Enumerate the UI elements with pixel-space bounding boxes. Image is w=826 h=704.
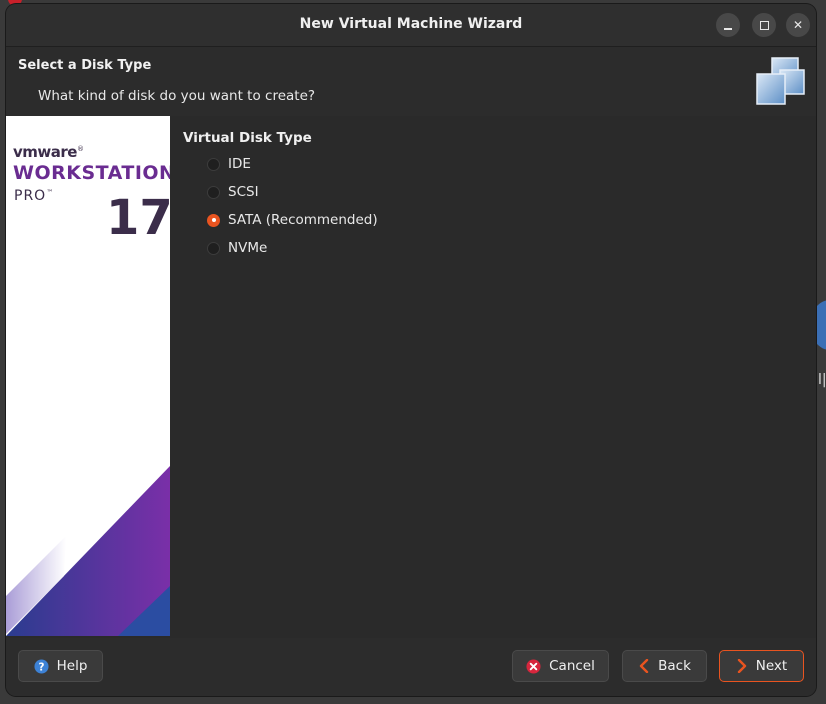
product-edition: PRO™ (14, 188, 54, 204)
window-title: New Virtual Machine Wizard (299, 16, 523, 32)
trademark-mark: ™ (46, 188, 55, 197)
desktop-icon-label-fragment: l| (818, 372, 826, 388)
title-bar[interactable]: New Virtual Machine Wizard ✕ (6, 4, 816, 47)
help-icon: ? (34, 658, 49, 674)
close-button[interactable]: ✕ (786, 13, 810, 37)
next-button[interactable]: Next (719, 650, 804, 682)
wizard-header: Select a Disk Type What kind of disk do … (6, 47, 816, 117)
back-button[interactable]: Back (622, 650, 707, 682)
page-title: Select a Disk Type (18, 58, 152, 73)
cancel-button[interactable]: Cancel (512, 650, 609, 682)
radio-label-ide: IDE (228, 156, 251, 172)
next-button-label: Next (755, 658, 788, 674)
vendor-name: vmware (13, 143, 77, 161)
minimize-button[interactable] (716, 13, 740, 37)
product-version: 17 (106, 190, 170, 246)
product-name: WORKSTATION (13, 162, 170, 184)
cancel-icon (526, 658, 541, 674)
maximize-icon (760, 21, 769, 30)
branding-artwork (6, 466, 170, 636)
wizard-window: New Virtual Machine Wizard ✕ Select a Di… (6, 4, 816, 696)
virtual-disks-icon (756, 57, 805, 105)
vmware-logo: vmware® (13, 143, 84, 161)
branding-panel: vmware® WORKSTATION PRO™ 17 (6, 116, 170, 636)
help-button-label: Help (56, 658, 88, 674)
disk-type-group-label: Virtual Disk Type (183, 130, 312, 146)
radio-sata[interactable]: SATA (Recommended) (207, 210, 378, 230)
radio-scsi[interactable]: SCSI (207, 182, 259, 202)
page-subtitle: What kind of disk do you want to create? (38, 88, 316, 104)
chevron-right-icon (736, 659, 748, 673)
wizard-content: vmware® WORKSTATION PRO™ 17 Virtual Disk… (6, 116, 816, 638)
minimize-icon (724, 28, 732, 30)
radio-ide[interactable]: IDE (207, 154, 251, 174)
product-edition-label: PRO (14, 188, 47, 204)
radio-label-scsi: SCSI (228, 184, 259, 200)
desktop: l| New Virtual Machine Wizard ✕ Select a… (0, 0, 826, 704)
back-button-label: Back (658, 658, 691, 674)
radio-button[interactable] (207, 241, 220, 255)
radio-button[interactable] (207, 185, 220, 199)
close-icon: ✕ (792, 18, 804, 32)
svg-text:?: ? (38, 661, 44, 673)
radio-label-sata: SATA (Recommended) (228, 212, 378, 228)
help-button[interactable]: ? Help (18, 650, 103, 682)
radio-button-selected[interactable] (207, 213, 220, 227)
wizard-footer: ? Help Cancel Back Next (6, 638, 816, 696)
radio-nvme[interactable]: NVMe (207, 238, 267, 258)
radio-label-nvme: NVMe (228, 240, 268, 256)
chevron-left-icon (638, 659, 650, 673)
radio-button[interactable] (207, 157, 220, 171)
cancel-button-label: Cancel (549, 658, 595, 674)
maximize-button[interactable] (752, 13, 776, 37)
